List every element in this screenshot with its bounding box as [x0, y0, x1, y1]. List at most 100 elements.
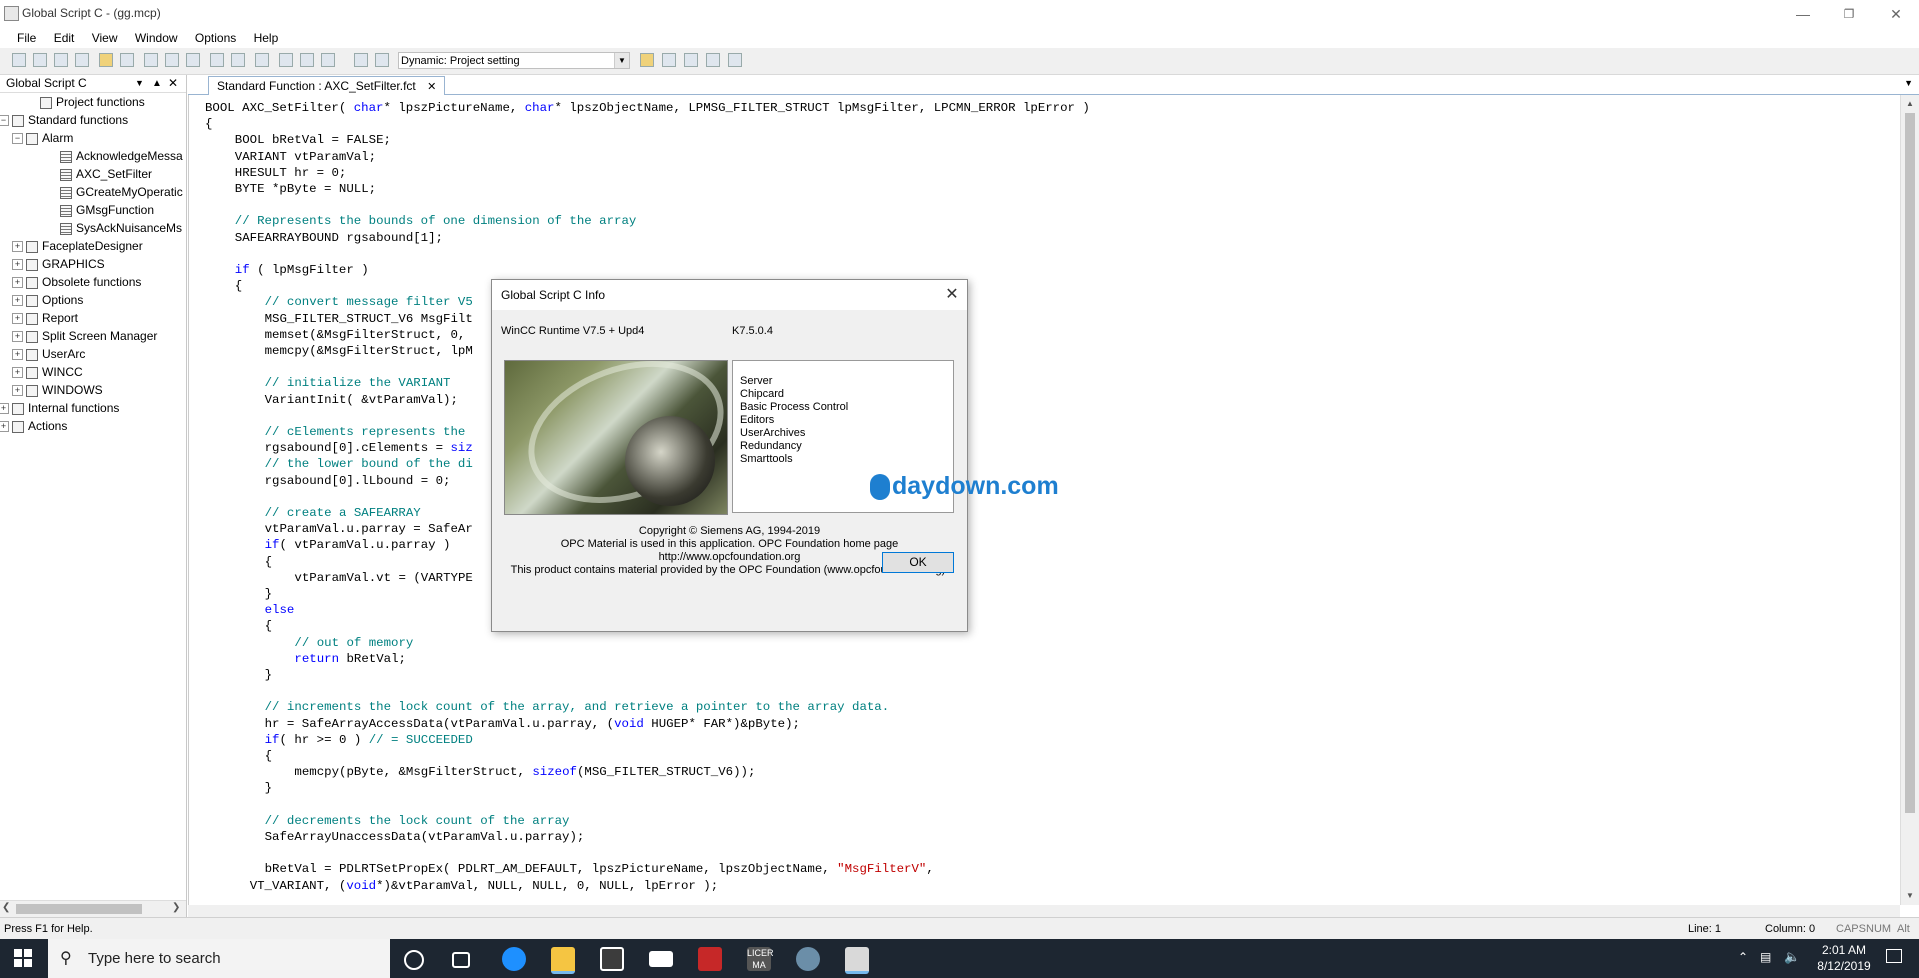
- dynamic-project-combo[interactable]: Dynamic: Project setting ▼: [398, 52, 630, 69]
- tree-item[interactable]: AXC_SetFilter: [46, 165, 152, 183]
- grid-icon[interactable]: [375, 53, 389, 67]
- close-window-button[interactable]: ✕: [1873, 0, 1919, 28]
- menu-help[interactable]: Help: [247, 28, 286, 48]
- import-icon[interactable]: [706, 53, 720, 67]
- file-explorer-icon[interactable]: [551, 947, 575, 974]
- ok-button[interactable]: OK: [882, 552, 954, 573]
- wincc-icon[interactable]: [796, 947, 820, 971]
- editor-horizontal-scrollbar[interactable]: [188, 905, 1900, 917]
- clock-date[interactable]: 8/12/2019: [1814, 959, 1874, 973]
- tree-item[interactable]: + WINCC: [12, 363, 83, 381]
- save-icon[interactable]: [120, 53, 134, 67]
- expand-icon[interactable]: +: [12, 313, 23, 325]
- tree-item[interactable]: + UserArc: [12, 345, 85, 363]
- scroll-right-icon[interactable]: ❯: [172, 902, 180, 913]
- tree-item[interactable]: SysAckNuisanceMs: [46, 219, 182, 237]
- collapse-icon[interactable]: −: [12, 133, 23, 145]
- new-icon[interactable]: [12, 53, 26, 67]
- chevron-up-icon[interactable]: ⌃: [1738, 950, 1748, 964]
- redo-icon[interactable]: [231, 53, 245, 67]
- tree-item[interactable]: Project functions: [26, 93, 145, 111]
- expand-icon[interactable]: +: [12, 349, 23, 361]
- cut-icon[interactable]: [144, 53, 158, 67]
- print-icon[interactable]: [255, 53, 269, 67]
- menu-options[interactable]: Options: [188, 28, 243, 48]
- tree-item[interactable]: + Internal functions: [0, 399, 119, 417]
- tree-item[interactable]: + GRAPHICS: [12, 255, 105, 273]
- close-icon[interactable]: ✕: [427, 81, 436, 93]
- tree-item[interactable]: + Options: [12, 291, 83, 309]
- tab-axc-setfilter[interactable]: Standard Function : AXC_SetFilter.fct ✕: [208, 76, 446, 95]
- store-icon[interactable]: [600, 947, 624, 971]
- tree-item[interactable]: GCreateMyOperatic: [46, 183, 183, 201]
- dialog-close-icon[interactable]: ✕: [937, 280, 967, 310]
- chevron-down-icon[interactable]: ▼: [1904, 78, 1913, 88]
- tree-item[interactable]: + Report: [12, 309, 78, 327]
- tree-item[interactable]: + WINDOWS: [12, 381, 103, 399]
- clock-time[interactable]: 2:01 AM: [1814, 943, 1874, 957]
- 7zip-icon[interactable]: [698, 947, 722, 971]
- global-script-icon[interactable]: [845, 947, 869, 974]
- expand-icon[interactable]: +: [12, 385, 23, 397]
- menu-window[interactable]: Window: [128, 28, 185, 48]
- scroll-thumb[interactable]: [1905, 113, 1915, 813]
- help-pointer-icon[interactable]: [279, 53, 293, 67]
- chevron-down-icon[interactable]: ▼: [135, 75, 144, 92]
- compile-all-icon[interactable]: [321, 53, 335, 67]
- windows-start-icon[interactable]: [14, 949, 32, 967]
- folder-icon[interactable]: [640, 53, 654, 67]
- new-project-icon[interactable]: [75, 53, 89, 67]
- tree-item[interactable]: − Standard functions: [0, 111, 128, 129]
- compile-icon[interactable]: [300, 53, 314, 67]
- license-manager-icon[interactable]: LICER MA: [747, 947, 774, 971]
- minimize-button[interactable]: —: [1780, 0, 1826, 28]
- close-icon[interactable]: ✕: [168, 75, 178, 92]
- pin-icon[interactable]: ▲: [152, 75, 162, 92]
- scroll-left-icon[interactable]: ❮: [2, 902, 10, 913]
- tree-item[interactable]: GMsgFunction: [46, 201, 154, 219]
- expand-icon[interactable]: +: [0, 421, 9, 433]
- taskbar-search[interactable]: ⚲ Type here to search: [48, 939, 390, 978]
- edge-browser-icon[interactable]: [502, 947, 526, 971]
- horizontal-scrollbar[interactable]: ❮ ❯: [0, 900, 186, 917]
- expand-icon[interactable]: +: [12, 367, 23, 379]
- volume-icon[interactable]: 🔈: [1784, 949, 1800, 965]
- menu-view[interactable]: View: [85, 28, 125, 48]
- export-icon[interactable]: [684, 53, 698, 67]
- menu-file[interactable]: File: [10, 28, 43, 48]
- scroll-up-icon[interactable]: ▲: [1906, 99, 1914, 108]
- tree-item[interactable]: − Alarm: [12, 129, 73, 147]
- expand-icon[interactable]: +: [0, 403, 9, 415]
- scroll-thumb[interactable]: [16, 904, 142, 914]
- new-action-icon[interactable]: [54, 53, 68, 67]
- tree-item[interactable]: AcknowledgeMessa: [46, 147, 183, 165]
- open-folder-icon[interactable]: [99, 53, 113, 67]
- copy-icon[interactable]: [165, 53, 179, 67]
- tree-item[interactable]: + Actions: [0, 417, 67, 435]
- settings-icon[interactable]: [728, 53, 742, 67]
- expand-icon[interactable]: +: [12, 277, 23, 289]
- expand-icon[interactable]: +: [12, 331, 23, 343]
- expand-icon[interactable]: +: [12, 241, 23, 253]
- paste-icon[interactable]: [186, 53, 200, 67]
- expand-icon[interactable]: +: [12, 259, 23, 271]
- menu-edit[interactable]: Edit: [47, 28, 82, 48]
- new-function-icon[interactable]: [33, 53, 47, 67]
- scroll-down-icon[interactable]: ▼: [1906, 891, 1914, 900]
- tree-item[interactable]: + FaceplateDesigner: [12, 237, 143, 255]
- chevron-down-icon[interactable]: ▼: [614, 53, 629, 68]
- network-icon[interactable]: ▤: [1760, 950, 1771, 964]
- vertical-scrollbar[interactable]: ▲ ▼: [1900, 95, 1919, 905]
- undo-icon[interactable]: [210, 53, 224, 67]
- font-icon[interactable]: [662, 53, 676, 67]
- task-view-icon[interactable]: [452, 952, 470, 968]
- notifications-icon[interactable]: [1886, 949, 1902, 963]
- mail-icon[interactable]: [649, 951, 673, 967]
- tree-item[interactable]: + Split Screen Manager: [12, 327, 157, 345]
- collapse-icon[interactable]: −: [0, 115, 9, 127]
- cortana-icon[interactable]: [404, 950, 424, 970]
- expand-icon[interactable]: +: [12, 295, 23, 307]
- trigger-icon[interactable]: [354, 53, 368, 67]
- restore-button[interactable]: ❐: [1826, 0, 1872, 28]
- tree-item[interactable]: + Obsolete functions: [12, 273, 141, 291]
